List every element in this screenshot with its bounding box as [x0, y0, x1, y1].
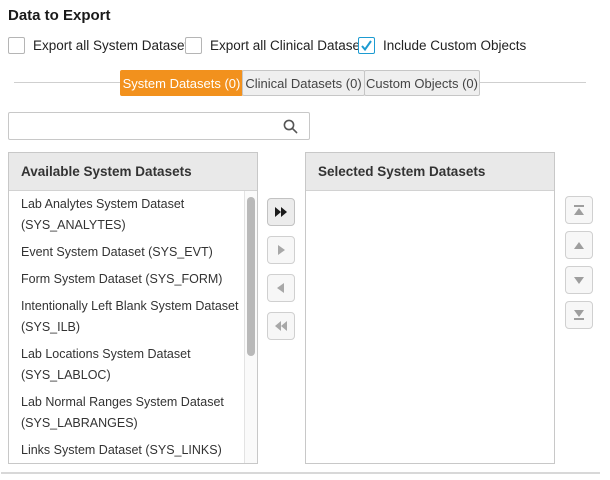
move-all-left-button[interactable] [267, 312, 295, 340]
move-to-bottom-icon [572, 308, 586, 322]
list-item[interactable]: Links System Dataset (SYS_LINKS) [9, 437, 257, 463]
scrollbar-thumb[interactable] [247, 197, 255, 356]
right-arrow-icon [274, 243, 288, 257]
move-left-button[interactable] [267, 274, 295, 302]
scrollbar-track[interactable] [244, 191, 257, 463]
move-up-icon [572, 238, 586, 252]
checkbox-box[interactable] [8, 37, 25, 54]
list-item[interactable]: Intentionally Left Blank System Dataset … [9, 293, 257, 341]
selected-datasets-panel: Selected System Datasets [305, 152, 555, 464]
list-item[interactable]: Event System Dataset (SYS_EVT) [9, 239, 257, 266]
move-to-bottom-button[interactable] [565, 301, 593, 329]
move-up-button[interactable] [565, 231, 593, 259]
list-item[interactable]: Form System Dataset (SYS_FORM) [9, 266, 257, 293]
checkbox-include-custom-objects[interactable]: Include Custom Objects [358, 37, 526, 54]
move-down-icon [572, 273, 586, 287]
double-right-arrow-icon [273, 205, 289, 219]
selected-datasets-list [306, 191, 554, 463]
move-to-top-button[interactable] [565, 196, 593, 224]
search-icon [282, 118, 299, 135]
list-item[interactable]: Lab Analytes System Dataset (SYS_ANALYTE… [9, 191, 257, 239]
tab-custom-objects[interactable]: Custom Objects (0) [364, 70, 480, 96]
checkmark-icon [360, 39, 373, 52]
bottom-divider [1, 472, 600, 474]
checkbox-export-all-clinical-datasets[interactable]: Export all Clinical Datasets [185, 37, 371, 54]
checkbox-box-checked[interactable] [358, 37, 375, 54]
search-box [8, 112, 310, 140]
available-datasets-list: Lab Analytes System Dataset (SYS_ANALYTE… [9, 191, 257, 463]
move-all-right-button[interactable] [267, 198, 295, 226]
list-item[interactable]: Lab Normal Ranges System Dataset (SYS_LA… [9, 389, 257, 437]
data-to-export-panel: Data to Export Export all System Dataset… [0, 0, 610, 480]
tab-clinical-datasets[interactable]: Clinical Datasets (0) [242, 70, 365, 96]
checkbox-label: Include Custom Objects [383, 38, 526, 53]
move-down-button[interactable] [565, 266, 593, 294]
checkbox-box[interactable] [185, 37, 202, 54]
move-right-button[interactable] [267, 236, 295, 264]
checkbox-export-all-system-datasets[interactable]: Export all System Datasets [8, 37, 195, 54]
selected-panel-header: Selected System Datasets [306, 153, 554, 191]
available-panel-header: Available System Datasets [9, 153, 257, 191]
double-left-arrow-icon [273, 319, 289, 333]
list-item[interactable]: Lab Locations System Dataset (SYS_LABLOC… [9, 341, 257, 389]
checkbox-label: Export all Clinical Datasets [210, 38, 371, 53]
page-title: Data to Export [8, 7, 111, 24]
left-arrow-icon [274, 281, 288, 295]
move-to-top-icon [572, 203, 586, 217]
search-input[interactable] [9, 113, 282, 139]
checkbox-label: Export all System Datasets [33, 38, 195, 53]
tab-system-datasets[interactable]: System Datasets (0) [120, 70, 243, 96]
available-datasets-panel: Available System Datasets Lab Analytes S… [8, 152, 258, 464]
